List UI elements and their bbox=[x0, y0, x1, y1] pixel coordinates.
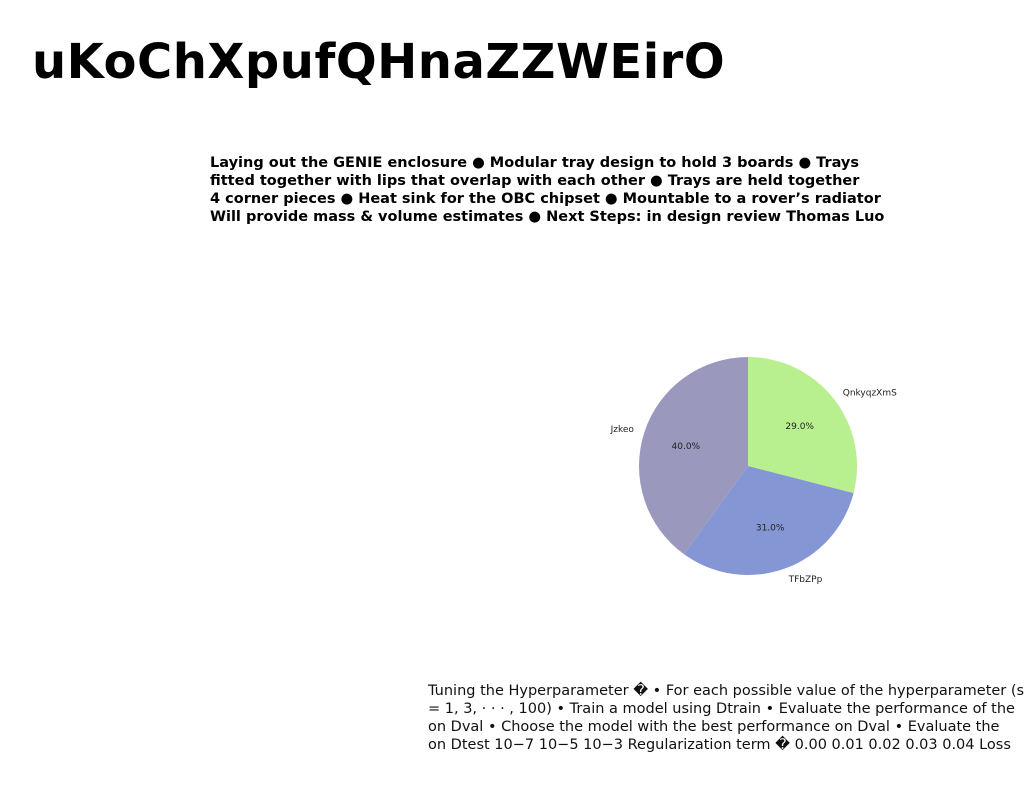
pie-slice-label: Jzkeo bbox=[610, 425, 635, 435]
text-line: on Dtest 10−7 10−5 10−3 Regularization t… bbox=[428, 737, 1011, 753]
slide-text-genie-enclosure: Laying out the GENIE enclosure ● Modular… bbox=[210, 154, 910, 226]
text-line: Will provide mass & volume estimates ● N… bbox=[210, 209, 885, 225]
pie-chart: 29.0% QnkyqzXmS 31.0% TFbZPp 40.0% Jzkeo bbox=[610, 357, 897, 585]
text-line: fitted together with lips that overlap w… bbox=[210, 173, 860, 189]
pie-slice-label: TFbZPp bbox=[788, 575, 823, 585]
pie-slice-pct-label: 40.0% bbox=[672, 442, 701, 452]
text-line: Laying out the GENIE enclosure ● Modular… bbox=[210, 155, 860, 171]
slide-text-hyperparameter-tuning: Tuning the Hyperparameter � • For each p… bbox=[428, 682, 1024, 754]
text-line: Tuning the Hyperparameter � • For each p… bbox=[428, 683, 1024, 699]
pie-slice-label: QnkyqzXmS bbox=[843, 389, 897, 399]
pie-slice-pct-label: 31.0% bbox=[756, 524, 785, 534]
text-line: on Dval • Choose the model with the best… bbox=[428, 719, 1000, 735]
page-title: uKoChXpufQHnaZZWEirO bbox=[32, 34, 726, 90]
text-line: = 1, 3, · · · , 100) • Train a model usi… bbox=[428, 701, 1015, 717]
pie-slice-pct-label: 29.0% bbox=[785, 422, 814, 432]
text-line: 4 corner pieces ● Heat sink for the OBC … bbox=[210, 191, 881, 207]
